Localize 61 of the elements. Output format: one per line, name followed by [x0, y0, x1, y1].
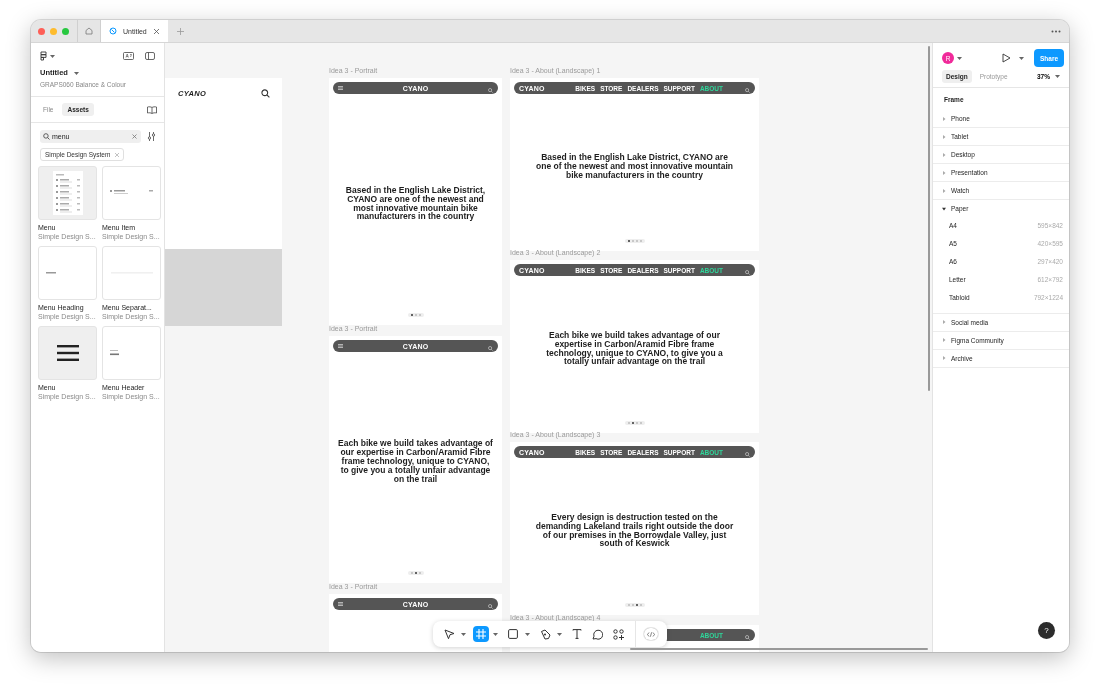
filter-icon[interactable] — [147, 132, 156, 141]
scrollbar[interactable] — [928, 46, 930, 391]
cursor-icon — [443, 628, 455, 640]
caret-icon — [1019, 56, 1024, 60]
actions-icon — [612, 628, 624, 640]
body-text: Based in the English Lake District, CYANO are one of the newest and most innovative mountain bike manufacturers in the country — [344, 185, 487, 222]
caret-right-icon — [942, 338, 946, 343]
file-icon — [109, 27, 117, 35]
caret-icon — [50, 54, 55, 58]
figma-logo-icon[interactable] — [40, 51, 47, 61]
caret-right-icon — [942, 320, 946, 325]
pagination-dots[interactable] — [624, 421, 645, 425]
caret-down-icon — [942, 206, 946, 211]
body-text: Based in the English Lake District, CYANO are one of the newest and most innovative mountain bike manufacturers in the country — [535, 153, 734, 180]
caret-right-icon — [942, 356, 946, 361]
dev-mode-toggle[interactable] — [643, 627, 659, 641]
caret-right-icon — [942, 170, 946, 175]
tool-button[interactable] — [610, 626, 627, 642]
caret-icon — [957, 56, 962, 60]
caret-icon[interactable] — [461, 632, 466, 636]
rectangle-icon — [508, 629, 518, 639]
caret-icon — [1055, 75, 1060, 78]
asset-card[interactable] — [38, 326, 97, 380]
play-icon[interactable] — [1002, 53, 1011, 63]
close-icon[interactable] — [152, 27, 160, 35]
body-text: Each bike we build takes advantage of our expertise in Carbon/Aramid Fibre frame technology, unique to CYANO, to give you a totally unfair advantage on the trail — [545, 330, 724, 367]
text-tool-icon — [572, 629, 582, 639]
caret-icon[interactable] — [557, 632, 562, 636]
caret-right-icon — [942, 134, 946, 139]
menu-list-thumbnail — [52, 171, 83, 215]
tool-button[interactable] — [505, 626, 521, 642]
sidebar-icon[interactable] — [145, 52, 155, 60]
actions-icon[interactable] — [123, 52, 134, 60]
code-icon — [647, 631, 655, 637]
body-text: Each bike we build takes advantage of our expertise in Carbon/Aramid Fibre frame technology, unique to CYANO, to give you a totally unfair advantage on the trail — [337, 439, 494, 484]
pagination-dots[interactable] — [624, 239, 645, 243]
caret-right-icon — [942, 116, 946, 121]
book-icon[interactable] — [147, 105, 157, 114]
scrollbar[interactable] — [630, 648, 928, 650]
pen-icon — [539, 628, 551, 640]
pagination-dots[interactable] — [407, 313, 424, 317]
help-button[interactable]: ? — [1038, 622, 1055, 639]
tool-button[interactable] — [569, 626, 585, 642]
pagination-dots[interactable] — [624, 603, 645, 607]
body-text: Every design is destruction tested on the demanding Lakeland trails right outside the door of our premises in the Borrowdale Valley, just south of Keswick — [534, 512, 735, 549]
home-icon — [85, 27, 93, 35]
header-thumbnail — [109, 350, 119, 356]
caret-icon[interactable] — [493, 632, 498, 636]
more-icon[interactable] — [1051, 29, 1061, 33]
menu-icon — [56, 345, 79, 361]
pagination-dots[interactable] — [407, 571, 424, 575]
plus-icon — [176, 27, 184, 35]
clear-icon[interactable] — [132, 134, 137, 139]
comment-icon — [592, 628, 604, 640]
tool-button[interactable] — [441, 626, 457, 642]
frame-icon — [476, 629, 486, 639]
caret-icon[interactable] — [525, 632, 530, 636]
caret-right-icon — [942, 152, 946, 157]
search-icon[interactable] — [261, 89, 270, 98]
caret-right-icon — [942, 188, 946, 193]
caret-icon — [73, 72, 79, 75]
